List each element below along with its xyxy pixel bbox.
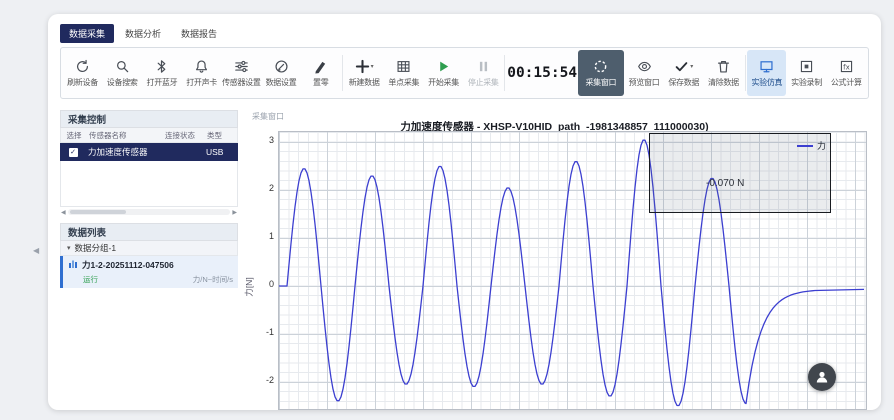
tab-data-report[interactable]: 数据报告 bbox=[172, 24, 226, 43]
new-data-button[interactable]: ▾ 新建数据 bbox=[345, 50, 384, 96]
dropdown-caret-icon[interactable]: ▾ bbox=[371, 63, 374, 70]
bluetooth-icon bbox=[154, 59, 169, 74]
assistant-button[interactable] bbox=[808, 363, 836, 391]
soundcard-button[interactable]: 打开声卡 bbox=[182, 50, 221, 96]
pause-icon bbox=[476, 59, 491, 74]
y-tick-label: 1 bbox=[269, 231, 274, 241]
formula-button[interactable]: fx 公式计算 bbox=[827, 50, 866, 96]
refresh-icon bbox=[75, 59, 90, 74]
toolbar-separator bbox=[342, 55, 343, 91]
formula-icon: fx bbox=[839, 59, 854, 74]
tab-data-collect[interactable]: 数据采集 bbox=[60, 24, 114, 43]
sensor-table-header: 选择 传感器名称 连接状态 类型 bbox=[60, 128, 238, 143]
y-axis-title: 力[N] bbox=[242, 131, 256, 410]
simulation-button[interactable]: 实验仿真 bbox=[747, 50, 786, 96]
record-button[interactable]: 实验录制 bbox=[787, 50, 826, 96]
data-item-signal: 力/N~时间/s bbox=[193, 274, 233, 285]
sensor-checkbox[interactable]: ✓ bbox=[69, 148, 78, 157]
y-tick-label: -1 bbox=[266, 327, 274, 337]
data-list-item[interactable]: 力1-2-20251112-047506 运行 力/N~时间/s bbox=[60, 256, 238, 288]
pen-icon bbox=[313, 59, 328, 74]
y-tick-label: 3 bbox=[269, 135, 274, 145]
data-list-header: 数据列表 bbox=[60, 223, 238, 241]
toolbar: 刷新设备 设备搜索 打开蓝牙 打开声卡 传感器设置 数据设置 bbox=[60, 47, 869, 99]
sensor-type: USB bbox=[204, 147, 236, 157]
stop-collect-button[interactable]: 停止采集 bbox=[464, 50, 503, 96]
measurement-annotation: -0.070 N bbox=[706, 178, 744, 189]
data-item-name: 力1-2-20251112-047506 bbox=[82, 259, 174, 271]
scrollbar-track[interactable] bbox=[68, 209, 231, 215]
column-connection-status: 连接状态 bbox=[155, 130, 205, 141]
monitor-icon bbox=[759, 59, 774, 74]
check-icon: ✓ bbox=[70, 149, 76, 156]
svg-text:fx: fx bbox=[843, 62, 850, 71]
collect-panel-header: 采集控制 bbox=[60, 110, 238, 128]
y-tick-label: -2 bbox=[266, 375, 274, 385]
legend-line-icon bbox=[797, 145, 813, 147]
sidebar-collapse-handle[interactable]: ◀ bbox=[33, 246, 39, 255]
app-window: 数据采集 数据分析 数据报告 刷新设备 设备搜索 打开蓝牙 打开声卡 bbox=[48, 14, 881, 410]
y-tick-label: 2 bbox=[269, 183, 274, 193]
start-collect-button[interactable]: 开始采集 bbox=[424, 50, 463, 96]
data-group-label: 数据分组-1 bbox=[75, 242, 117, 254]
record-icon bbox=[799, 59, 814, 74]
y-tick-label: 0 bbox=[269, 279, 274, 289]
dataset-icon bbox=[68, 259, 78, 271]
y-axis-ticks: 3 2 1 0 -1 -2 bbox=[256, 131, 278, 410]
preview-window-button[interactable]: 预览窗口 bbox=[625, 50, 664, 96]
data-list-title: 数据列表 bbox=[68, 225, 106, 239]
data-group-row[interactable]: ▾ 数据分组-1 bbox=[60, 241, 238, 256]
search-icon bbox=[115, 59, 130, 74]
play-icon bbox=[436, 59, 451, 74]
toolbar-separator bbox=[504, 55, 505, 91]
legend-label: 力 bbox=[817, 139, 826, 152]
sliders-icon bbox=[234, 59, 249, 74]
column-type: 类型 bbox=[205, 130, 237, 141]
person-icon bbox=[814, 369, 830, 385]
clear-data-button[interactable]: 清除数据 bbox=[704, 50, 743, 96]
dashed-circle-icon bbox=[593, 59, 608, 74]
grid-icon bbox=[396, 59, 411, 74]
column-sensor-name: 传感器名称 bbox=[87, 130, 155, 141]
data-settings-button[interactable]: 数据设置 bbox=[262, 50, 301, 96]
main-tab-bar: 数据采集 数据分析 数据报告 bbox=[60, 24, 226, 43]
dropdown-caret-icon[interactable]: ▾ bbox=[690, 63, 693, 70]
refresh-device-button[interactable]: 刷新设备 bbox=[63, 50, 102, 96]
zero-button[interactable]: 置零 bbox=[301, 50, 340, 96]
check-icon bbox=[674, 59, 689, 74]
edit-circle-icon bbox=[274, 59, 289, 74]
save-data-button[interactable]: ▾ 保存数据 bbox=[664, 50, 703, 96]
toolbar-separator bbox=[745, 55, 746, 91]
tab-data-analysis[interactable]: 数据分析 bbox=[116, 24, 170, 43]
device-search-button[interactable]: 设备搜索 bbox=[103, 50, 142, 96]
trash-icon bbox=[716, 59, 731, 74]
tree-caret-icon[interactable]: ▾ bbox=[67, 244, 71, 252]
scroll-left-icon[interactable]: ◀ bbox=[61, 209, 66, 216]
single-point-button[interactable]: 单点采集 bbox=[384, 50, 423, 96]
data-item-status: 运行 bbox=[83, 274, 98, 285]
eye-icon bbox=[637, 59, 652, 74]
scroll-right-icon[interactable]: ▶ bbox=[232, 209, 237, 216]
timer-display: 00:15:54 bbox=[507, 65, 577, 81]
sensor-name: 力加速度传感器 bbox=[86, 146, 154, 158]
bell-icon bbox=[194, 59, 209, 74]
sensor-table-row[interactable]: ✓ 力加速度传感器 USB bbox=[60, 143, 238, 161]
chart-region: 采集窗口 力加速度传感器 - XHSP-V10HID_path_-1981348… bbox=[238, 110, 881, 410]
column-select: 选择 bbox=[61, 130, 87, 141]
plot-wrap: 力[N] 3 2 1 0 -1 -2 -0.070 N 力 bbox=[242, 131, 867, 410]
chart-legend: 力 bbox=[797, 139, 826, 152]
bluetooth-button[interactable]: 打开蓝牙 bbox=[142, 50, 181, 96]
sensor-table-empty-area bbox=[60, 161, 238, 207]
scrollbar-thumb[interactable] bbox=[70, 210, 126, 214]
collect-panel-title: 采集控制 bbox=[68, 112, 106, 126]
plot-area[interactable]: -0.070 N 力 bbox=[278, 131, 867, 410]
horizontal-scrollbar[interactable]: ◀ ▶ bbox=[60, 207, 238, 217]
collect-window-button[interactable]: 采集窗口 bbox=[578, 50, 624, 96]
sidebar: 采集控制 选择 传感器名称 连接状态 类型 ✓ 力加速度传感器 USB ◀ ▶ … bbox=[60, 110, 238, 410]
plus-icon bbox=[355, 59, 370, 74]
sensor-settings-button[interactable]: 传感器设置 bbox=[222, 50, 261, 96]
